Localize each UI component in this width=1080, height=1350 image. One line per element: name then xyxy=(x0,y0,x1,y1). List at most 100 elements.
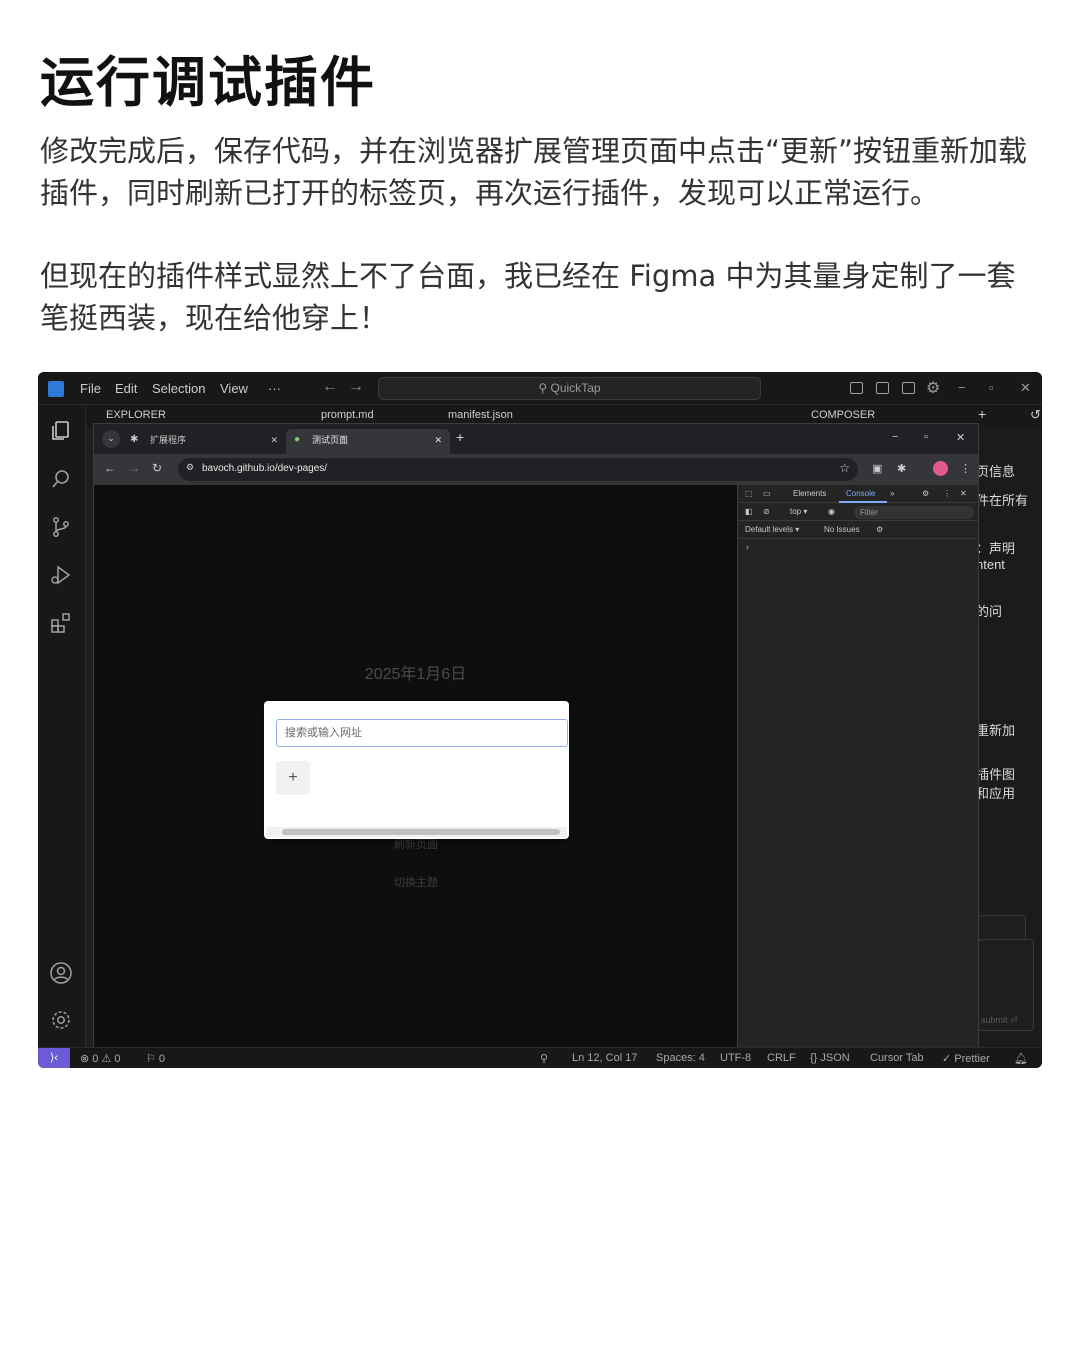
horizontal-scrollbar[interactable] xyxy=(266,827,567,837)
gear-icon[interactable]: ⚙ xyxy=(926,378,940,398)
forward-arrow-icon[interactable]: → xyxy=(128,461,140,475)
address-bar[interactable]: ⚙ bavoch.github.io/dev-pages/ ☆ xyxy=(178,458,858,481)
device-toggle-icon[interactable]: ▭ xyxy=(763,489,771,498)
ports-count[interactable]: ⚐ 0 xyxy=(146,1052,165,1065)
favicon-icon: ● xyxy=(294,434,301,445)
new-tab-icon[interactable]: + xyxy=(456,429,464,445)
console-prompt[interactable]: › xyxy=(746,542,749,552)
search-url-input[interactable]: 搜索或输入网址 xyxy=(276,719,568,747)
tab-extensions[interactable]: ✱ 扩展程序 ✕ xyxy=(124,429,284,454)
add-button[interactable]: + xyxy=(276,761,310,795)
kebab-menu-icon[interactable]: ⋮ xyxy=(943,489,951,498)
reload-icon[interactable]: ↻ xyxy=(152,461,162,475)
extensions-puzzle-icon[interactable]: ✱ xyxy=(897,462,906,475)
more-tabs-icon[interactable]: » xyxy=(890,489,894,498)
eye-icon[interactable]: ◉ xyxy=(828,507,835,516)
tab-search-icon[interactable]: ⌄ xyxy=(102,430,120,448)
command-center-search[interactable]: ⚲ QuickTap xyxy=(378,377,761,400)
prettier[interactable]: ✓ Prettier xyxy=(942,1052,990,1065)
composer-input-box[interactable]: submit ⏎ xyxy=(978,939,1034,1031)
menu-more[interactable]: ··· xyxy=(268,381,281,396)
tab-prompt-md[interactable]: prompt.md xyxy=(321,409,374,421)
url-text: bavoch.github.io/dev-pages/ xyxy=(202,463,328,474)
bell-icon[interactable]: 🔔︎ xyxy=(1014,1052,1028,1065)
log-levels-dropdown[interactable]: Default levels ▾ xyxy=(745,525,799,534)
browser-tab-strip: ⌄ ✱ 扩展程序 ✕ ● 测试页面 ✕ + − ▫ ✕ xyxy=(94,424,978,454)
context-selector[interactable]: top ▾ xyxy=(790,507,807,516)
page-date: 2025年1月6日 xyxy=(364,666,467,683)
source-control-icon[interactable] xyxy=(49,515,73,539)
composer-text-snippet: 件在所有 xyxy=(976,493,1029,508)
minimize-icon[interactable]: − xyxy=(958,380,966,395)
files-icon[interactable] xyxy=(49,419,73,443)
kebab-menu-icon[interactable]: ⋮ xyxy=(960,462,971,475)
devtools-panel: ⬚ ▭ Elements Console » ⚙ ⋮ ✕ ◧ ⊘ top ▾ ◉… xyxy=(737,485,979,1053)
console-toolbar: ◧ ⊘ top ▾ ◉ Filter xyxy=(738,503,979,521)
run-debug-icon[interactable] xyxy=(49,563,73,587)
maximize-icon[interactable]: ▫ xyxy=(989,380,994,395)
scrollbar-thumb[interactable] xyxy=(282,829,560,835)
encoding[interactable]: UTF-8 xyxy=(720,1052,751,1064)
manage-gear-icon[interactable] xyxy=(49,1008,73,1032)
extensions-icon[interactable] xyxy=(49,611,73,635)
menu-selection[interactable]: Selection xyxy=(152,381,205,396)
inspect-icon[interactable]: ⬚ xyxy=(745,489,753,498)
tab-manifest-json[interactable]: manifest.json xyxy=(448,409,513,421)
search-icon[interactable] xyxy=(49,467,73,491)
cursor-tab[interactable]: Cursor Tab xyxy=(870,1052,924,1064)
article-title: 运行调试插件 xyxy=(40,51,376,114)
tab-test-page[interactable]: ● 测试页面 ✕ xyxy=(286,429,450,454)
console-settings-icon[interactable]: ⚙ xyxy=(876,525,883,534)
minimize-icon[interactable]: − xyxy=(892,431,898,443)
account-icon[interactable] xyxy=(49,961,73,985)
maximize-icon[interactable]: ▫ xyxy=(924,431,928,443)
close-tab-icon[interactable]: ✕ xyxy=(270,429,278,451)
article-paragraph-2: 但现在的插件样式显然上不了台面，我已经在 Figma 中为其量身定制了一套笔挺西… xyxy=(40,259,1016,335)
extension-icon[interactable]: ▣ xyxy=(872,462,882,475)
menu-edit[interactable]: Edit xyxy=(115,381,137,396)
zoom-icon[interactable]: ⚲ xyxy=(540,1052,548,1065)
submit-button[interactable]: submit ⏎ xyxy=(981,1015,1018,1026)
cursor-position[interactable]: Ln 12, Col 17 xyxy=(572,1052,637,1064)
browser-window: ⌄ ✱ 扩展程序 ✕ ● 测试页面 ✕ + − ▫ ✕ ← → ↻ ⚙ bavo… xyxy=(93,423,979,1054)
command-center-label: QuickTap xyxy=(550,381,601,395)
menu-view[interactable]: View xyxy=(220,381,248,396)
toggle-primary-sidebar-icon[interactable] xyxy=(850,382,863,394)
add-icon[interactable]: + xyxy=(978,406,986,422)
sidebar-toggle-icon[interactable]: ◧ xyxy=(745,507,753,516)
back-arrow-icon[interactable]: ← xyxy=(104,461,116,475)
problems-count[interactable]: ⊗ 0 ⚠ 0 xyxy=(80,1052,120,1065)
history-icon[interactable]: ↺ xyxy=(1030,407,1041,423)
indentation[interactable]: Spaces: 4 xyxy=(656,1052,705,1064)
menu-file[interactable]: File xyxy=(80,381,101,396)
close-icon[interactable]: ✕ xyxy=(1020,380,1031,396)
issues-count[interactable]: No Issues xyxy=(824,525,860,534)
tab-elements[interactable]: Elements xyxy=(793,489,826,498)
composer-header: COMPOSER xyxy=(811,409,876,421)
filter-label: Filter xyxy=(860,508,878,517)
close-tab-icon[interactable]: ✕ xyxy=(434,429,442,451)
composer-text-snippet: 插件图 xyxy=(976,767,1016,782)
tab-extensions-label: 扩展程序 xyxy=(150,435,187,445)
bookmark-star-icon[interactable]: ☆ xyxy=(839,461,850,475)
filter-input[interactable]: Filter xyxy=(854,506,974,519)
profile-avatar[interactable] xyxy=(933,461,948,476)
toggle-panel-icon[interactable] xyxy=(876,382,889,394)
line-ending[interactable]: CRLF xyxy=(767,1052,796,1064)
article-paragraph-1: 修改完成后，保存代码，并在浏览器扩展管理页面中点击“更新”按钮重新加载插件，同时… xyxy=(40,134,1028,210)
tab-console[interactable]: Console xyxy=(846,489,875,498)
forward-arrow-icon[interactable]: → xyxy=(348,378,364,396)
clear-console-icon[interactable]: ⊘ xyxy=(763,507,770,516)
toggle-secondary-sidebar-icon[interactable] xyxy=(902,382,915,394)
toggle-theme-button[interactable]: 切换主题 xyxy=(381,873,451,893)
search-icon: ⚲ xyxy=(538,381,551,395)
tab-test-page-label: 测试页面 xyxy=(312,435,349,445)
site-info-icon[interactable]: ⚙ xyxy=(186,462,194,473)
close-icon[interactable]: ✕ xyxy=(960,489,967,498)
gear-icon[interactable]: ⚙ xyxy=(922,489,929,498)
back-arrow-icon[interactable]: ← xyxy=(322,378,338,396)
language-mode[interactable]: {} JSON xyxy=(810,1052,850,1064)
close-icon[interactable]: ✕ xyxy=(956,431,965,444)
remote-indicator[interactable]: ⟩‹ xyxy=(38,1048,70,1068)
activity-bar xyxy=(38,405,86,1047)
